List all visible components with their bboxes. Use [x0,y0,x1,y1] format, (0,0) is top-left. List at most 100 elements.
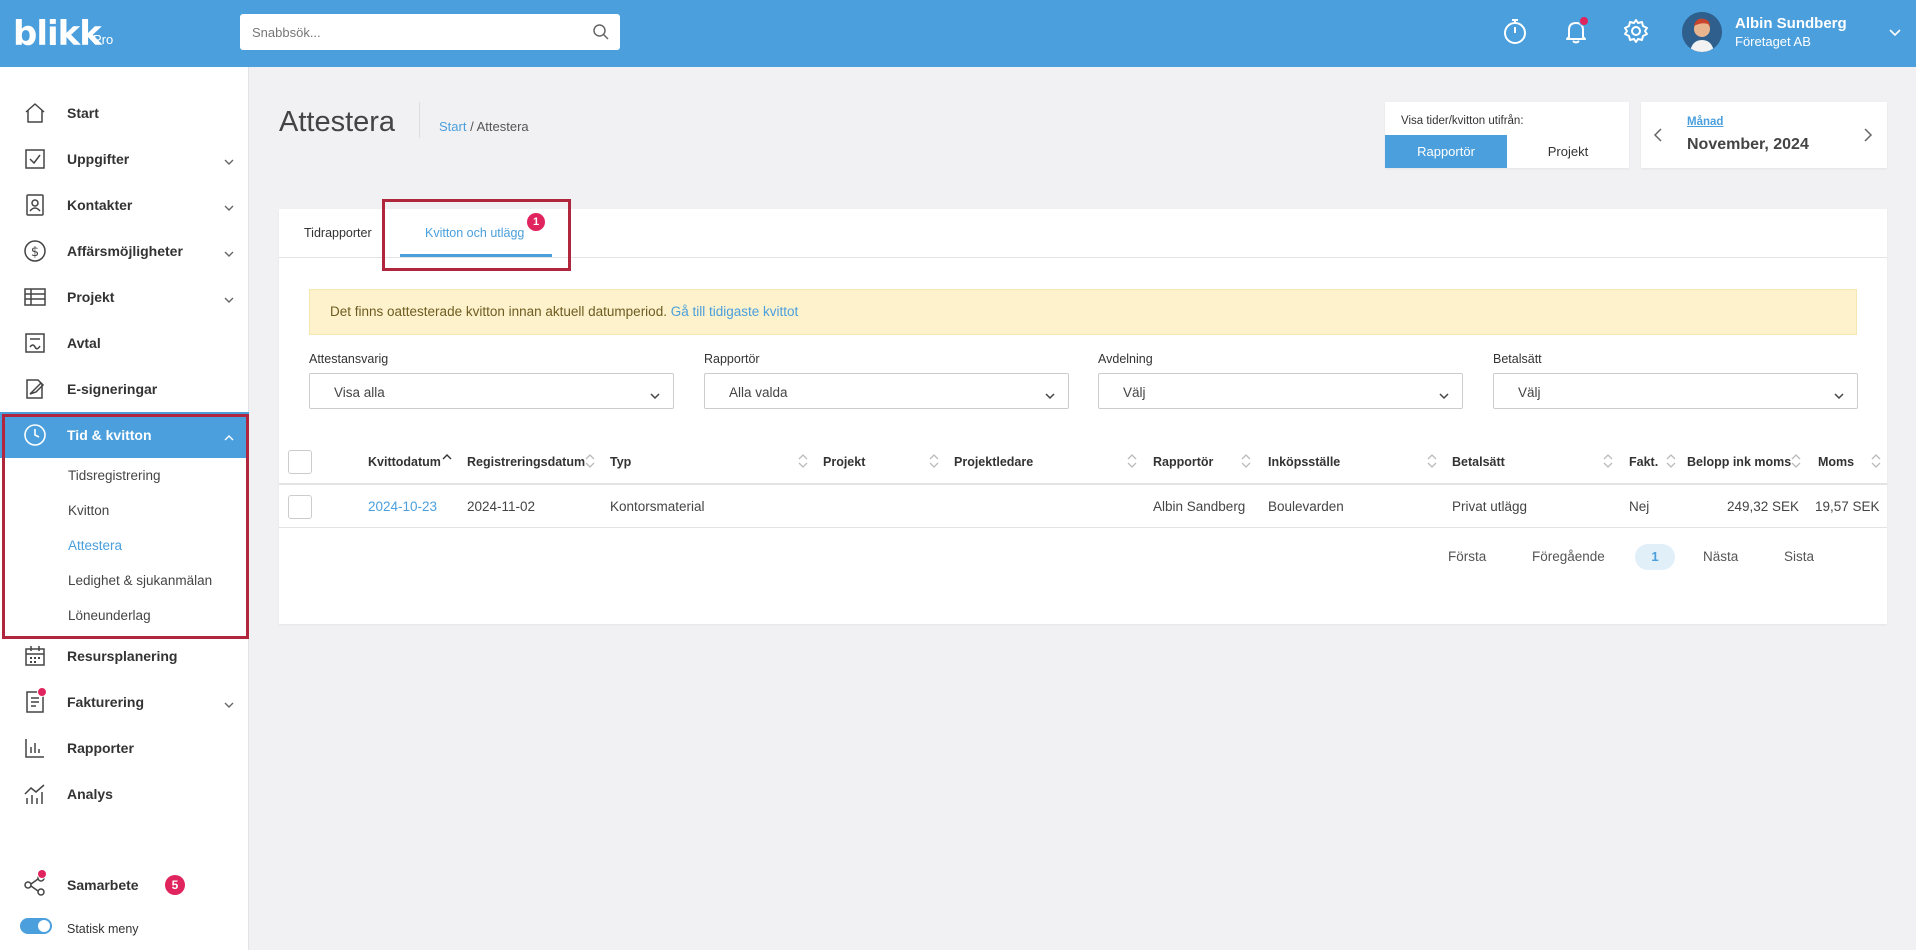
column-header-belopp[interactable]: Belopp ink moms [1687,455,1791,469]
avatar[interactable] [1682,12,1722,52]
sidebar-item-analys[interactable]: Analys [0,771,249,817]
filter-select-attestansvarig[interactable]: Visa alla [309,373,674,409]
alert-link[interactable]: Gå till tidigaste kvittot [671,304,799,319]
sort-icon[interactable] [1666,453,1676,469]
pagination-next[interactable]: Nästa [1703,549,1738,564]
sort-icon[interactable] [1871,453,1881,469]
cell-fakt: Nej [1629,499,1650,514]
sort-icon[interactable] [1127,453,1137,469]
column-header-fakt[interactable]: Fakt. [1629,455,1658,469]
tab-kvitton-och-utlagg[interactable]: Kvitton och utlägg [425,226,524,240]
samarbete-badge: 5 [165,875,185,895]
sidebar: Start Uppgifter Kontakter $ Affärsmöjlig… [0,67,249,950]
sidebar-item-kontakter[interactable]: Kontakter [0,182,249,228]
sidebar-item-rapporter[interactable]: Rapporter [0,725,249,771]
select-all-checkbox[interactable] [288,450,312,474]
search-icon[interactable] [592,23,610,46]
period-value: November, 2024 [1687,136,1809,153]
chevron-right-icon[interactable] [1863,127,1873,148]
period-selector: Månad November, 2024 [1641,102,1887,168]
filter-select-betalsatt[interactable]: Välj [1493,373,1858,409]
sort-icon[interactable] [585,453,595,469]
row-checkbox[interactable] [288,495,312,519]
sub-item-ledighet[interactable]: Ledighet & sjukanmälan [68,573,212,588]
pagination-previous[interactable]: Föregående [1532,549,1605,564]
sort-icon[interactable] [798,453,808,469]
sort-icon[interactable] [1791,453,1801,469]
sidebar-item-projekt[interactable]: Projekt [0,274,249,320]
sort-ascending-icon[interactable] [442,453,452,469]
column-header-betalsatt[interactable]: Betalsätt [1452,455,1505,469]
chevron-left-icon[interactable] [1653,127,1663,148]
view-projekt-button[interactable]: Projekt [1507,135,1629,168]
cell-betalsatt: Privat utlägg [1452,499,1528,514]
stopwatch-icon[interactable] [1500,16,1530,46]
sidebar-item-fakturering[interactable]: Fakturering [0,679,249,725]
sort-icon[interactable] [1241,453,1251,469]
pagination-current-page[interactable]: 1 [1635,544,1675,570]
alert-banner: Det finns oattesterade kvitton innan akt… [309,289,1857,335]
sidebar-item-tid-och-kvitton[interactable]: Tid & kvitton [0,412,249,458]
column-header-inkopsstalle[interactable]: Inköpsställe [1268,455,1340,469]
app-logo[interactable]: blikk [13,14,102,54]
period-unit-link[interactable]: Månad [1687,116,1723,128]
sort-icon[interactable] [1603,453,1613,469]
notification-dot [37,687,47,697]
filter-select-avdelning[interactable]: Välj [1098,373,1463,409]
column-header-registreringsdatum[interactable]: Registreringsdatum [467,455,585,469]
quick-search [240,14,620,50]
filter-label-betalsatt: Betalsätt [1493,352,1542,366]
sort-icon[interactable] [1427,453,1437,469]
user-company: Företaget AB [1735,34,1811,49]
sidebar-item-resursplanering[interactable]: Resursplanering [0,633,249,679]
chevron-down-icon [223,199,235,217]
chevron-down-icon [1438,388,1450,403]
tabs-divider [279,257,1887,258]
sidebar-item-affarsmojligheter[interactable]: $ Affärsmöjligheter [0,228,249,274]
breadcrumb-current: Attestera [476,119,529,134]
static-menu-toggle[interactable] [20,918,52,934]
cell-typ: Kontorsmaterial [610,499,705,514]
alert-text: Det finns oattesterade kvitton innan akt… [330,304,667,319]
top-bar: blikk Pro Albin Sundberg Företaget AB [0,0,1916,67]
column-header-rapportor[interactable]: Rapportör [1153,455,1213,469]
analytics-icon [23,782,47,806]
sub-item-tidsregistrering[interactable]: Tidsregistrering [68,468,161,483]
column-header-typ[interactable]: Typ [610,455,631,469]
chevron-down-icon[interactable] [1888,24,1902,42]
sidebar-item-samarbete[interactable]: Samarbete 5 [0,862,249,908]
notification-dot [37,869,47,879]
sidebar-item-uppgifter[interactable]: Uppgifter [0,136,249,182]
bell-icon[interactable] [1561,16,1591,46]
view-rapportor-button[interactable]: Rapportör [1385,135,1507,168]
sub-item-loneunderlag[interactable]: Löneunderlag [68,608,151,623]
chevron-down-icon [1044,388,1056,403]
sidebar-item-e-signeringar[interactable]: E-signeringar [0,366,249,412]
sub-item-attestera[interactable]: Attestera [68,538,122,553]
cell-kvittodatum[interactable]: 2024-10-23 [368,499,437,514]
column-header-projektledare[interactable]: Projektledare [954,455,1033,469]
static-menu-label: Statisk meny [67,922,139,936]
sort-icon[interactable] [929,453,939,469]
breadcrumb-start[interactable]: Start [439,119,466,134]
sidebar-item-start[interactable]: Start [0,90,249,136]
pagination-first[interactable]: Första [1448,549,1486,564]
column-header-projekt[interactable]: Projekt [823,455,865,469]
cell-moms: 19,57 SEK [1815,499,1880,514]
filter-select-rapportor[interactable]: Alla valda [704,373,1069,409]
clock-icon [23,423,47,447]
gear-icon[interactable] [1621,16,1651,46]
column-header-kvittodatum[interactable]: Kvittodatum [368,455,441,469]
sub-item-kvitton[interactable]: Kvitton [68,503,109,518]
cell-belopp: 249,32 SEK [1726,499,1799,514]
filter-label-avdelning: Avdelning [1098,352,1153,366]
cell-inkopsstalle: Boulevarden [1268,499,1344,514]
column-header-moms[interactable]: Moms [1818,455,1854,469]
user-name[interactable]: Albin Sundberg [1735,15,1847,32]
sidebar-item-avtal[interactable]: Avtal [0,320,249,366]
pagination-last[interactable]: Sista [1784,549,1814,564]
signature-icon [23,377,47,401]
tab-tidrapporter[interactable]: Tidrapporter [304,226,372,240]
search-input[interactable] [240,14,570,50]
chevron-down-icon [1833,388,1845,403]
